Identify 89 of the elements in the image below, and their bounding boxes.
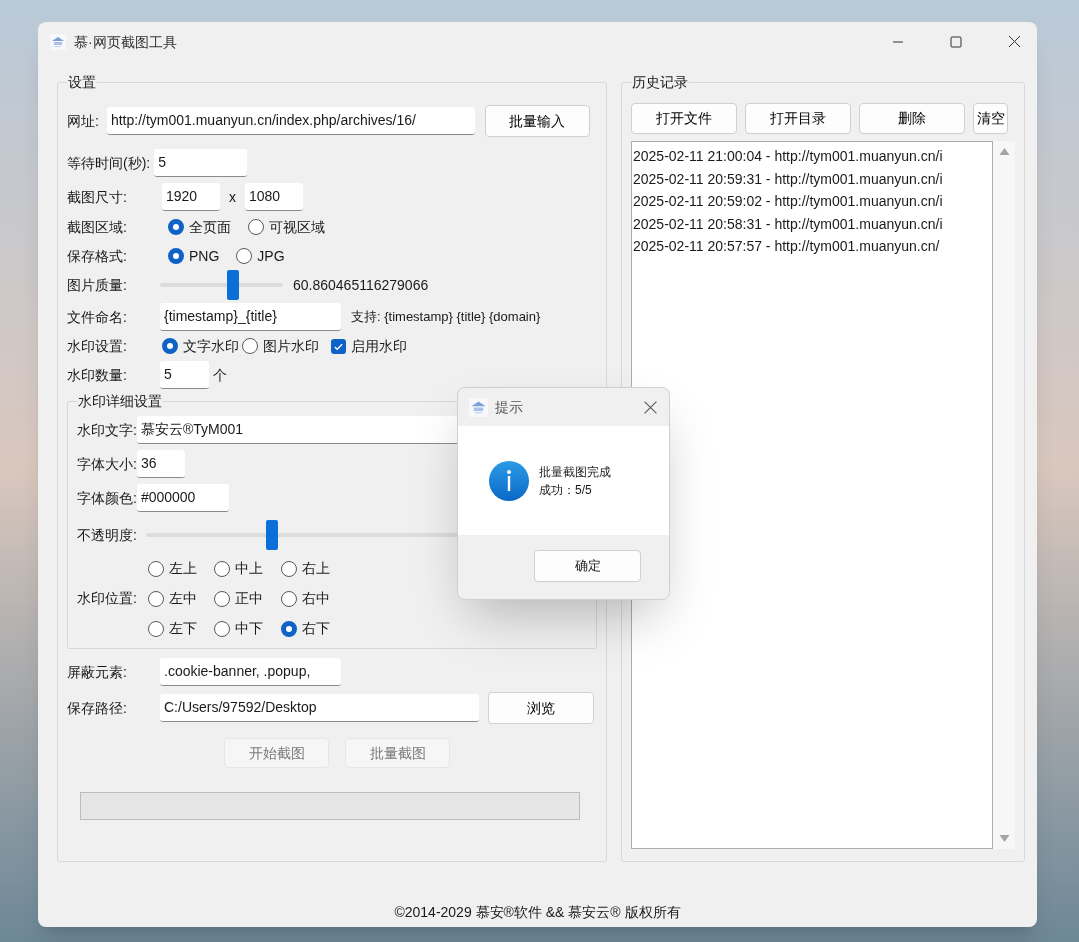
ok-button[interactable]: 确定 [534,550,641,582]
field-label: 网址: [67,111,99,131]
history-entry[interactable]: 2025-02-11 20:58:31 - http://tym001.muanyun.cn/i [633,212,992,235]
field-label: 保存路径: [67,698,128,718]
field-label: 保存格式: [67,246,128,266]
dialog-title: 提示 [495,397,523,417]
slider[interactable] [160,270,283,300]
input-field[interactable]: 1920 [162,183,220,211]
radio-label: 左中 [169,589,197,608]
checkbox-label: 启用水印 [351,336,407,356]
history-entry[interactable]: 2025-02-11 20:59:02 - http://tym001.muanyun.cn/i [633,190,992,213]
radio-button[interactable] [148,620,164,637]
button[interactable]: 清空 [973,103,1008,134]
field-label: 水印文字: [77,420,137,440]
radio-label: PNG [189,246,220,266]
radio-button[interactable] [280,560,297,577]
history-entry[interactable]: 2025-02-11 20:57:57 - http://tym001.muanyun.cn/ [633,235,992,258]
radio-label: 图片水印 [263,336,319,356]
dialog-message: 批量截图完成 [539,463,611,481]
group-title: 历史记录 [631,73,689,92]
app-logo-icon [469,397,488,417]
button[interactable]: 批量输入 [484,105,590,137]
field-label: 图片质量: [67,275,128,295]
quality-value: 60.860465116279066 [293,275,429,295]
button[interactable]: 打开目录 [745,103,851,134]
close-icon[interactable] [644,400,657,414]
input-field[interactable]: {timestamp}_{title} [160,303,341,331]
naming-hint: 支持: {timestamp} {title} {domain} [351,308,541,327]
unit-label: 个 [213,365,227,385]
slider-thumb[interactable] [226,270,239,300]
radio-label: 左下 [169,619,197,638]
input-field[interactable]: C:/Users/97592/Desktop [160,694,479,722]
radio-label: 中上 [235,559,264,578]
input-field[interactable]: #000000 [136,484,229,512]
checkbox[interactable] [331,338,346,354]
group-title: 设置 [67,73,97,92]
radio-button[interactable] [214,620,231,637]
radio-button[interactable] [162,338,178,354]
radio-label: 中下 [235,619,264,638]
radio-button[interactable] [236,248,253,264]
field-label: 截图区域: [67,217,128,237]
radio-button[interactable] [168,248,184,264]
slider-thumb[interactable] [265,520,278,550]
input-field[interactable]: 1080 [245,183,303,211]
history-entry[interactable]: 2025-02-11 20:59:31 - http://tym001.muanyun.cn/i [633,167,992,190]
url-field[interactable]: http://tym001.muanyun.cn/index.php/archives/16/ [106,107,475,135]
input-field[interactable]: 36 [136,450,185,478]
app-logo-icon [50,34,66,50]
window-title: 慕·网页截图工具 [74,32,177,52]
dialog-detail: 成功：5/5 [539,481,593,499]
input-field[interactable]: .cookie-banner, .popup, [160,658,341,686]
button[interactable]: 打开文件 [631,103,737,134]
radio-button[interactable] [168,219,184,235]
field-label: 等待时间(秒): [67,153,151,173]
field-label: 水印数量: [67,365,128,385]
radio-button[interactable] [280,620,297,637]
group-title: 水印详细设置 [77,392,163,411]
input-field[interactable]: 5 [160,361,209,389]
radio-label: 正中 [235,589,264,608]
info-icon [489,460,529,501]
radio-label: JPG [257,246,285,266]
radio-button[interactable] [214,560,231,577]
field-label: 不透明度: [77,525,138,545]
radio-label: 可视区域 [269,217,325,237]
button[interactable]: 浏览 [488,692,594,724]
history-entry[interactable]: 2025-02-11 21:00:04 - http://tym001.muanyun.cn/i [633,145,992,168]
radio-label: 右下 [301,619,330,638]
radio-button[interactable] [248,219,264,235]
radio-button[interactable] [280,590,297,607]
radio-button[interactable] [214,590,231,607]
copyright-footer: ©2014-2029 慕安®软件 && 慕安云® 版权所有 [394,902,681,923]
size-separator: x [229,187,236,207]
radio-button[interactable] [148,590,164,607]
radio-label: 左上 [169,559,197,578]
radio-button[interactable] [148,560,164,577]
button[interactable]: 删除 [859,103,965,134]
field-label: 水印设置: [67,336,128,356]
radio-label: 右上 [301,559,330,578]
radio-label: 全页面 [189,217,231,237]
field-label: 屏蔽元素: [67,662,128,682]
radio-label: 右中 [301,589,330,608]
field-label: 文件命名: [67,307,128,327]
input-field[interactable]: 5 [154,149,248,177]
field-label: 截图尺寸: [67,187,128,207]
field-label: 水印位置: [77,589,138,608]
radio-button[interactable] [242,338,258,354]
radio-label: 文字水印 [183,336,239,356]
field-label: 字体颜色: [77,488,137,508]
field-label: 字体大小: [77,454,137,474]
